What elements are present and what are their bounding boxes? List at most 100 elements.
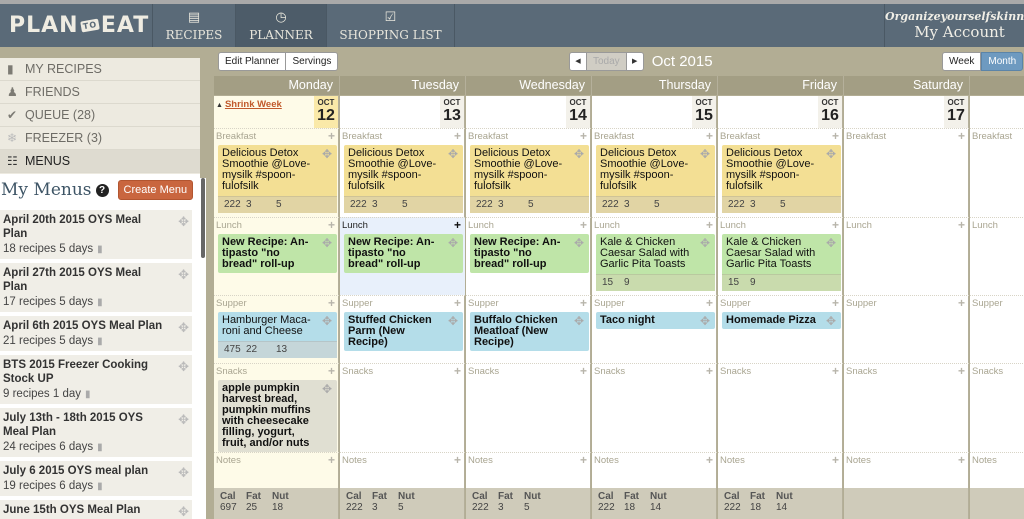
add-recipe-icon[interactable]: + <box>454 130 461 142</box>
drag-move-icon[interactable]: ✥ <box>178 359 189 375</box>
recipe-card[interactable]: Delicious Detox Smoothie @Love-mysilk #s… <box>344 145 463 213</box>
nav-recipes[interactable]: ▤ RECIPES <box>153 4 236 47</box>
meal-slot-notes[interactable]: Notes <box>970 452 1024 488</box>
meal-slot-lunch[interactable]: Lunch + New Recipe: An-tipasto "no bread" … <box>340 217 465 295</box>
drag-move-icon[interactable]: ✥ <box>448 148 458 160</box>
drag-move-icon[interactable]: ✥ <box>826 315 836 327</box>
add-recipe-icon[interactable]: + <box>706 365 713 377</box>
recipe-name[interactable]: Hamburger Maca-roni and Cheese <box>222 315 315 337</box>
plan-to-eat-logo[interactable]: PLAN TO EAT <box>0 4 153 47</box>
drag-move-icon[interactable]: ✥ <box>178 504 189 519</box>
add-recipe-icon[interactable]: + <box>580 219 587 231</box>
meal-slot-breakfast[interactable]: Breakfast + Delicious Detox Smoothie @Love… <box>592 128 717 217</box>
meal-slot-lunch[interactable]: Lunch + New Recipe: An-tipasto "no bread" … <box>214 217 339 295</box>
add-recipe-icon[interactable]: + <box>958 219 965 231</box>
recipe-name[interactable]: New Recipe: An-tipasto "no bread" roll-u… <box>348 237 441 270</box>
meal-slot-breakfast[interactable]: Breakfast + Delicious Detox Smoothie @Love… <box>466 128 591 217</box>
sidebar-item-queue[interactable]: ✔ QUEUE (28) <box>0 104 200 127</box>
add-recipe-icon[interactable]: + <box>832 454 839 466</box>
drag-move-icon[interactable]: ✥ <box>448 237 458 249</box>
meal-slot-supper[interactable]: Supper + Stuffed Chicken Parm (New Recipe)… <box>340 295 465 363</box>
meal-slot-lunch[interactable]: Lunch + Kale & Chicken Caesar Salad with G… <box>592 217 717 295</box>
meal-slot-supper[interactable]: Supper + Hamburger Maca-roni and Cheese ✥ 47… <box>214 295 339 363</box>
recipe-name[interactable]: Delicious Detox Smoothie @Love-mysilk #s… <box>726 148 819 192</box>
shrink-week-link[interactable]: ▲ Shrink Week <box>216 99 282 110</box>
meal-slot-snacks[interactable]: Snacks + <box>844 363 969 452</box>
next-week-button[interactable]: ▶ <box>625 52 644 71</box>
meal-slot-breakfast[interactable]: Breakfast <box>970 128 1024 217</box>
menu-list-item[interactable]: April 20th 2015 OYS Meal Plan 18 recipes … <box>0 210 192 259</box>
recipe-name[interactable]: Delicious Detox Smoothie @Love-mysilk #s… <box>474 148 567 192</box>
recipe-name[interactable]: Homemade Pizza <box>726 315 819 326</box>
menu-list-item[interactable]: July 13th - 18th 2015 OYS Meal Plan 24 re… <box>0 408 192 457</box>
menu-list-item[interactable]: July 6 2015 OYS meal plan 19 recipes 6 da… <box>0 461 192 496</box>
add-recipe-icon[interactable]: + <box>958 454 965 466</box>
meal-slot-breakfast[interactable]: Breakfast + <box>844 128 969 217</box>
recipe-name[interactable]: Delicious Detox Smoothie @Love-mysilk #s… <box>222 148 315 192</box>
meal-slot-notes[interactable]: Notes + <box>718 452 843 488</box>
drag-move-icon[interactable]: ✥ <box>700 237 710 249</box>
trash-icon[interactable]: ▮ <box>97 442 103 453</box>
drag-move-icon[interactable]: ✥ <box>178 412 189 428</box>
add-recipe-icon[interactable]: + <box>832 297 839 309</box>
drag-move-icon[interactable]: ✥ <box>178 465 189 481</box>
edit-planner-button[interactable]: Edit Planner <box>218 52 287 71</box>
my-account-link[interactable]: My Account <box>885 23 1020 41</box>
month-view-button[interactable]: Month <box>981 52 1024 71</box>
add-recipe-icon[interactable]: + <box>580 130 587 142</box>
drag-move-icon[interactable]: ✥ <box>574 148 584 160</box>
menu-list-scrollbar[interactable] <box>200 178 206 519</box>
meal-slot-lunch[interactable]: Lunch <box>970 217 1024 295</box>
add-recipe-icon[interactable]: + <box>328 219 335 231</box>
recipe-name[interactable]: Delicious Detox Smoothie @Love-mysilk #s… <box>600 148 693 192</box>
recipe-card[interactable]: Kale & Chicken Caesar Salad with Garlic … <box>596 234 715 291</box>
drag-move-icon[interactable]: ✥ <box>178 267 189 283</box>
add-recipe-icon[interactable]: + <box>580 454 587 466</box>
recipe-card[interactable]: apple pumpkin harvest bread, pumpkin muf… <box>218 380 337 452</box>
recipe-name[interactable]: apple pumpkin harvest bread, pumpkin muf… <box>222 383 315 449</box>
account-menu[interactable]: Organizeyourselfskinny My Account <box>884 4 1024 47</box>
servings-button[interactable]: Servings <box>286 52 339 71</box>
sidebar-item-my-recipes[interactable]: ▮ MY RECIPES <box>0 58 200 81</box>
add-recipe-icon[interactable]: + <box>706 219 713 231</box>
recipe-card[interactable]: New Recipe: An-tipasto "no bread" roll-u… <box>218 234 337 273</box>
add-recipe-icon[interactable]: + <box>580 297 587 309</box>
recipe-name[interactable]: New Recipe: An-tipasto "no bread" roll-u… <box>474 237 567 270</box>
meal-slot-snacks[interactable]: Snacks + <box>718 363 843 452</box>
recipe-card[interactable]: Delicious Detox Smoothie @Love-mysilk #s… <box>596 145 715 213</box>
today-button[interactable]: Today <box>587 52 626 71</box>
drag-move-icon[interactable]: ✥ <box>574 315 584 327</box>
drag-move-icon[interactable]: ✥ <box>322 383 332 395</box>
menu-list-item[interactable]: BTS 2015 Freezer Cooking Stock UP 9 recip… <box>0 355 192 404</box>
add-recipe-icon[interactable]: + <box>580 365 587 377</box>
meal-slot-notes[interactable]: Notes + <box>340 452 465 488</box>
meal-slot-lunch[interactable]: Lunch + <box>844 217 969 295</box>
add-recipe-icon[interactable]: + <box>832 219 839 231</box>
week-view-button[interactable]: Week <box>942 52 982 71</box>
trash-icon[interactable]: ▮ <box>85 389 91 400</box>
meal-slot-breakfast[interactable]: Breakfast + Delicious Detox Smoothie @Love… <box>340 128 465 217</box>
drag-move-icon[interactable]: ✥ <box>322 237 332 249</box>
help-icon[interactable]: ? <box>95 183 109 197</box>
trash-icon[interactable]: ▮ <box>97 336 103 347</box>
meal-slot-notes[interactable]: Notes + <box>214 452 339 488</box>
meal-slot-lunch[interactable]: Lunch + New Recipe: An-tipasto "no bread" … <box>466 217 591 295</box>
add-recipe-icon[interactable]: + <box>328 297 335 309</box>
recipe-card[interactable]: Hamburger Maca-roni and Cheese ✥ 475 22 13 <box>218 312 337 358</box>
recipe-name[interactable]: Buffalo Chicken Meatloaf (New Recipe) <box>474 315 567 348</box>
add-recipe-icon[interactable]: + <box>454 297 461 309</box>
recipe-name[interactable]: Kale & Chicken Caesar Salad with Garlic … <box>726 237 819 270</box>
meal-slot-supper[interactable]: Supper + Buffalo Chicken Meatloaf (New Rec… <box>466 295 591 363</box>
add-recipe-icon[interactable]: + <box>706 297 713 309</box>
meal-slot-breakfast[interactable]: Breakfast + Delicious Detox Smoothie @Love… <box>214 128 339 217</box>
meal-slot-snacks[interactable]: Snacks + <box>466 363 591 452</box>
add-recipe-icon[interactable]: + <box>706 130 713 142</box>
drag-move-icon[interactable]: ✥ <box>322 315 332 327</box>
menu-list-item[interactable]: April 27th 2015 OYS Meal Plan 17 recipes … <box>0 263 192 312</box>
add-recipe-icon[interactable]: + <box>454 219 461 231</box>
meal-slot-supper[interactable]: Supper + Homemade Pizza ✥ <box>718 295 843 363</box>
trash-icon[interactable]: ▮ <box>97 481 103 492</box>
meal-slot-snacks[interactable]: Snacks + <box>340 363 465 452</box>
recipe-card[interactable]: Delicious Detox Smoothie @Love-mysilk #s… <box>470 145 589 213</box>
drag-move-icon[interactable]: ✥ <box>448 315 458 327</box>
